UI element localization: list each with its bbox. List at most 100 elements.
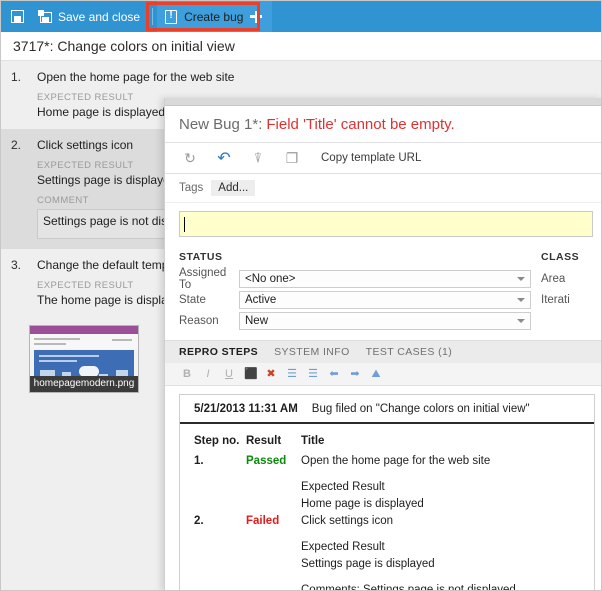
table-row-expected-value: Home page is displayed xyxy=(194,496,594,513)
bug-title-input[interactable] xyxy=(179,211,593,237)
page-title: 3717*: Change colors on initial view xyxy=(1,32,601,61)
chevron-down-icon xyxy=(517,318,525,323)
font-color-icon[interactable]: ⬛ xyxy=(244,368,258,380)
add-tag-button[interactable]: Add... xyxy=(211,180,256,196)
create-bug-button[interactable]: Create bug xyxy=(157,1,273,32)
chevron-down-icon xyxy=(517,276,525,281)
step-number: 2. xyxy=(11,138,22,152)
column-result: Result xyxy=(246,435,282,447)
repro-steps-editor[interactable]: 5/21/2013 11:31 AM Bug filed on "Change … xyxy=(179,394,595,591)
text-cursor xyxy=(184,216,185,232)
test-runner-window: Save and close Create bug 3717*: Change … xyxy=(0,0,602,591)
attachment-thumbnail[interactable]: homepagemodern.png xyxy=(29,325,139,393)
save-button[interactable] xyxy=(1,1,30,32)
insert-image-icon[interactable]: ⛰ xyxy=(370,368,382,380)
classification-section: CLASS Area Iterati xyxy=(531,251,601,332)
dialog-top-strip xyxy=(165,98,601,106)
iteration-label[interactable]: Iterati xyxy=(541,290,601,309)
row-expected-value: Settings page is displayed xyxy=(301,558,435,570)
create-bug-label: Create bug xyxy=(184,9,244,24)
refresh-icon[interactable]: ↻ xyxy=(175,145,205,171)
area-label[interactable]: Area xyxy=(541,269,601,288)
state-row: State Active xyxy=(179,290,531,309)
classification-section-label: CLASS xyxy=(541,251,580,263)
step-number: 3. xyxy=(11,258,22,272)
table-row: 1. Passed Open the home page for the web… xyxy=(194,453,594,470)
row-title: Click settings icon xyxy=(301,515,394,527)
tags-label: Tags xyxy=(179,182,204,194)
new-bug-dialog: New Bug 1*: Field 'Title' cannot be empt… xyxy=(164,98,601,591)
reason-row: Reason New xyxy=(179,311,531,330)
row-result-badge: Failed xyxy=(246,515,280,527)
assigned-to-row: Assigned To <No one> xyxy=(179,266,531,291)
reason-value: New xyxy=(245,314,269,327)
italic-icon[interactable]: I xyxy=(202,368,214,380)
step-title: Change the default templ xyxy=(37,258,172,272)
clear-format-icon[interactable]: ✖ xyxy=(265,368,277,380)
bold-icon[interactable]: B xyxy=(181,368,193,380)
table-row-comment: Comments: Settings page is not displayed xyxy=(194,582,594,591)
assigned-to-select[interactable]: <No one> xyxy=(239,269,531,288)
save-and-close-icon xyxy=(38,10,52,23)
table-row-expected: Expected Result xyxy=(194,539,594,556)
main-toolbar: Save and close Create bug xyxy=(1,1,601,32)
column-step-no: Step no. xyxy=(194,435,240,447)
tab-test-cases[interactable]: TEST CASES (1) xyxy=(366,346,453,358)
repro-filed-on: Bug filed on "Change colors on initial v… xyxy=(311,403,530,415)
bug-icon xyxy=(165,8,178,24)
dialog-title-error: Field 'Title' cannot be empty. xyxy=(266,115,455,133)
state-value: Active xyxy=(245,293,277,306)
copy-icon[interactable]: ❐ xyxy=(277,145,307,171)
tags-row: Tags Add... xyxy=(165,174,601,203)
assigned-to-label: Assigned To xyxy=(179,266,227,291)
row-comment: Comments: Settings page is not displayed xyxy=(301,584,516,591)
row-title: Open the home page for the web site xyxy=(301,455,491,467)
table-header-row: Step no. Result Title xyxy=(194,433,594,450)
row-expected-label: Expected Result xyxy=(301,541,385,553)
dialog-title-prefix: New Bug 1*: xyxy=(179,115,263,133)
underline-icon[interactable]: U xyxy=(223,368,235,380)
plus-icon[interactable] xyxy=(250,10,263,23)
revert-template-icon[interactable]: ⍒ xyxy=(243,145,273,171)
state-label: State xyxy=(179,293,206,306)
fields-area: STATUS Assigned To <No one> State Active xyxy=(165,243,601,332)
save-and-close-label: Save and close xyxy=(58,9,141,24)
column-title: Title xyxy=(301,435,325,447)
step-title: Click settings icon xyxy=(37,138,134,152)
state-select[interactable]: Active xyxy=(239,290,531,309)
row-step-number: 1. xyxy=(194,455,204,467)
attachment-filename: homepagemodern.png xyxy=(30,376,138,392)
dialog-tabs: REPRO STEPS SYSTEM INFO TEST CASES (1) xyxy=(165,340,601,363)
repro-timestamp: 5/21/2013 11:31 AM xyxy=(194,403,298,415)
step-title: Open the home page for the web site xyxy=(37,70,235,84)
table-row-expected-value: Settings page is displayed xyxy=(194,556,594,573)
thumbnail-header-band xyxy=(30,326,138,334)
row-step-number: 2. xyxy=(194,515,204,527)
reason-label: Reason xyxy=(179,314,219,327)
repro-header: 5/21/2013 11:31 AM Bug filed on "Change … xyxy=(180,395,594,424)
tab-repro-steps[interactable]: REPRO STEPS xyxy=(179,346,258,358)
reason-select[interactable]: New xyxy=(239,311,531,330)
indent-icon[interactable]: ➡ xyxy=(349,368,361,380)
numbered-list-icon[interactable]: ☰ xyxy=(307,368,319,380)
assigned-to-value: <No one> xyxy=(245,272,296,285)
row-expected-label: Expected Result xyxy=(301,481,385,493)
save-and-close-button[interactable]: Save and close xyxy=(30,1,148,32)
repro-steps-table: Step no. Result Title 1. Passed Open the… xyxy=(180,424,594,591)
chevron-down-icon xyxy=(517,297,525,302)
table-row-expected: Expected Result xyxy=(194,479,594,496)
bulleted-list-icon[interactable]: ☰ xyxy=(286,368,298,380)
copy-template-url-button[interactable]: Copy template URL xyxy=(321,152,421,164)
tab-system-info[interactable]: SYSTEM INFO xyxy=(274,346,350,358)
thumbnail-subheader-band xyxy=(30,334,138,349)
undo-icon[interactable]: ↶ xyxy=(209,145,239,171)
row-expected-value: Home page is displayed xyxy=(301,498,424,510)
format-toolbar: B I U ⬛ ✖ ☰ ☰ ⬅ ➡ ⛰ xyxy=(165,363,601,386)
outdent-icon[interactable]: ⬅ xyxy=(328,368,340,380)
dialog-toolbar: ↻ ↶ ⍒ ❐ Copy template URL xyxy=(165,143,601,174)
save-icon xyxy=(11,10,24,23)
dialog-title: New Bug 1*: Field 'Title' cannot be empt… xyxy=(165,106,601,143)
status-section: STATUS Assigned To <No one> State Active xyxy=(179,251,531,332)
status-section-label: STATUS xyxy=(179,251,223,263)
row-result-badge: Passed xyxy=(246,455,287,467)
